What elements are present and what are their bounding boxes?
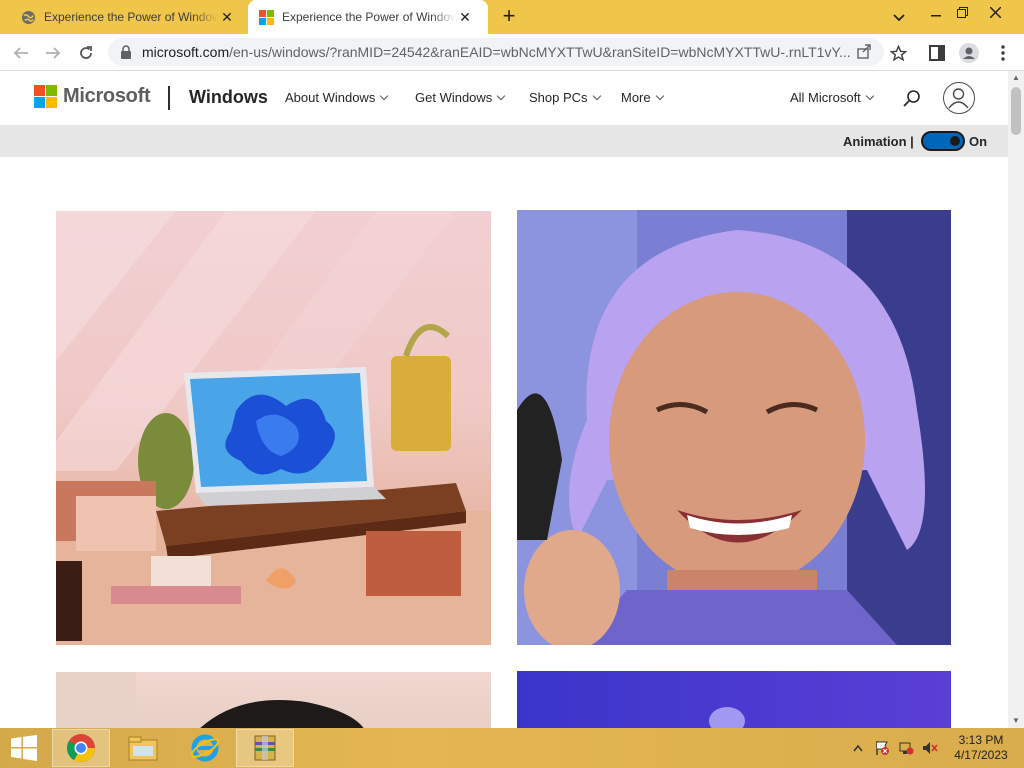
chevron-down-icon [497,91,506,101]
show-hidden-icons-chevron-icon[interactable] [850,740,866,756]
taskbar-archive-app[interactable] [236,729,294,767]
windows-taskbar: 3:13 PM 4/17/2023 [0,728,1024,768]
url-text: microsoft.com/en-us/windows/?ranMID=2454… [142,44,852,60]
nav-label: About Windows [285,90,376,105]
animation-label: Animation | [843,134,914,149]
close-window-icon[interactable] [980,0,1010,24]
close-tab-icon[interactable]: ✕ [456,8,474,26]
brand-name: Microsoft [63,85,151,107]
microsoft-header: Microsoft Windows About Windows Get Wind… [0,71,1008,125]
network-icon[interactable] [898,740,914,756]
new-tab-button[interactable]: + [498,5,520,28]
globe-icon [20,9,36,25]
microsoft-logo-icon [34,85,57,108]
start-button[interactable] [0,728,48,768]
chevron-down-icon [655,91,664,101]
reload-icon[interactable] [73,40,99,66]
scroll-down-arrow-icon[interactable]: ▼ [1012,717,1020,725]
scroll-up-arrow-icon[interactable]: ▲ [1012,74,1020,82]
animation-toggle[interactable] [921,131,965,151]
browser-tab-strip: Experience the Power of Windows ✕ Experi… [0,0,1024,34]
image-tile-purple[interactable] [517,671,951,728]
browser-tab-2-active[interactable]: Experience the Power of Windows ✕ [248,0,488,34]
animation-bar: Animation | On [0,125,1008,157]
nav-label: Shop PCs [529,90,588,105]
action-center-flag-icon[interactable] [874,740,890,756]
animation-state: On [969,134,988,149]
tab-title: Experience the Power of Windows [44,10,218,24]
url-path: /en-us/windows/?ranMID=24542&ranEAID=wbN… [229,44,851,60]
tab-search-chevron-icon[interactable] [890,8,908,26]
chrome-icon [67,734,95,762]
nav-label: All Microsoft [790,90,861,105]
forward-arrow-icon[interactable] [40,40,66,66]
toggle-knob [950,136,960,146]
nav-more[interactable]: More [621,90,664,105]
internet-explorer-icon [190,734,220,762]
hero-image-laptop[interactable] [56,211,491,645]
nav-all-microsoft[interactable]: All Microsoft [790,90,875,105]
tab-title: Experience the Power of Windows [282,10,456,24]
scrollbar-thumb[interactable] [1011,87,1021,135]
vertical-scrollbar[interactable]: ▲ ▼ [1008,71,1024,728]
taskbar-file-explorer[interactable] [114,729,172,767]
bookmark-star-icon[interactable] [888,43,908,63]
archive-icon [254,735,276,761]
file-explorer-icon [128,736,158,761]
microsoft-logo[interactable]: Microsoft [34,85,151,108]
nav-label: More [621,90,651,105]
chevron-down-icon [865,91,875,101]
browser-toolbar: microsoft.com/en-us/windows/?ranMID=2454… [0,34,1024,71]
close-tab-icon[interactable]: ✕ [218,8,236,26]
chevron-down-icon [592,91,601,101]
web-page: Microsoft Windows About Windows Get Wind… [0,71,1008,728]
url-host: microsoft.com [142,44,230,60]
system-clock[interactable]: 3:13 PM 4/17/2023 [946,733,1016,763]
product-name[interactable]: Windows [189,87,268,108]
chrome-menu-icon[interactable] [993,43,1013,63]
restore-icon[interactable] [947,0,977,24]
clock-time: 3:13 PM [958,733,1004,747]
taskbar-chrome[interactable] [52,729,110,767]
side-panel-icon[interactable] [927,43,947,63]
profile-icon[interactable] [959,43,979,63]
taskbar-internet-explorer[interactable] [176,729,234,767]
back-arrow-icon[interactable] [8,40,34,66]
nav-get-windows[interactable]: Get Windows [415,90,506,105]
nav-label: Get Windows [415,90,493,105]
lock-icon[interactable] [120,45,134,59]
nav-about-windows[interactable]: About Windows [285,90,389,105]
share-icon[interactable] [856,43,874,61]
windows-start-icon [11,735,37,761]
account-avatar-icon[interactable] [943,82,975,114]
browser-tab-1[interactable]: Experience the Power of Windows ✕ [12,0,248,34]
address-bar[interactable]: microsoft.com/en-us/windows/?ranMID=2454… [108,38,884,66]
image-tile-person[interactable] [56,672,491,728]
header-divider [168,86,170,110]
nav-shop-pcs[interactable]: Shop PCs [529,90,601,105]
search-icon[interactable] [902,88,922,108]
chevron-down-icon [380,91,389,101]
clock-date: 4/17/2023 [954,748,1008,762]
hero-image-smiling-person[interactable] [517,210,951,645]
volume-muted-icon[interactable] [922,740,938,756]
windows-icon [258,9,274,25]
